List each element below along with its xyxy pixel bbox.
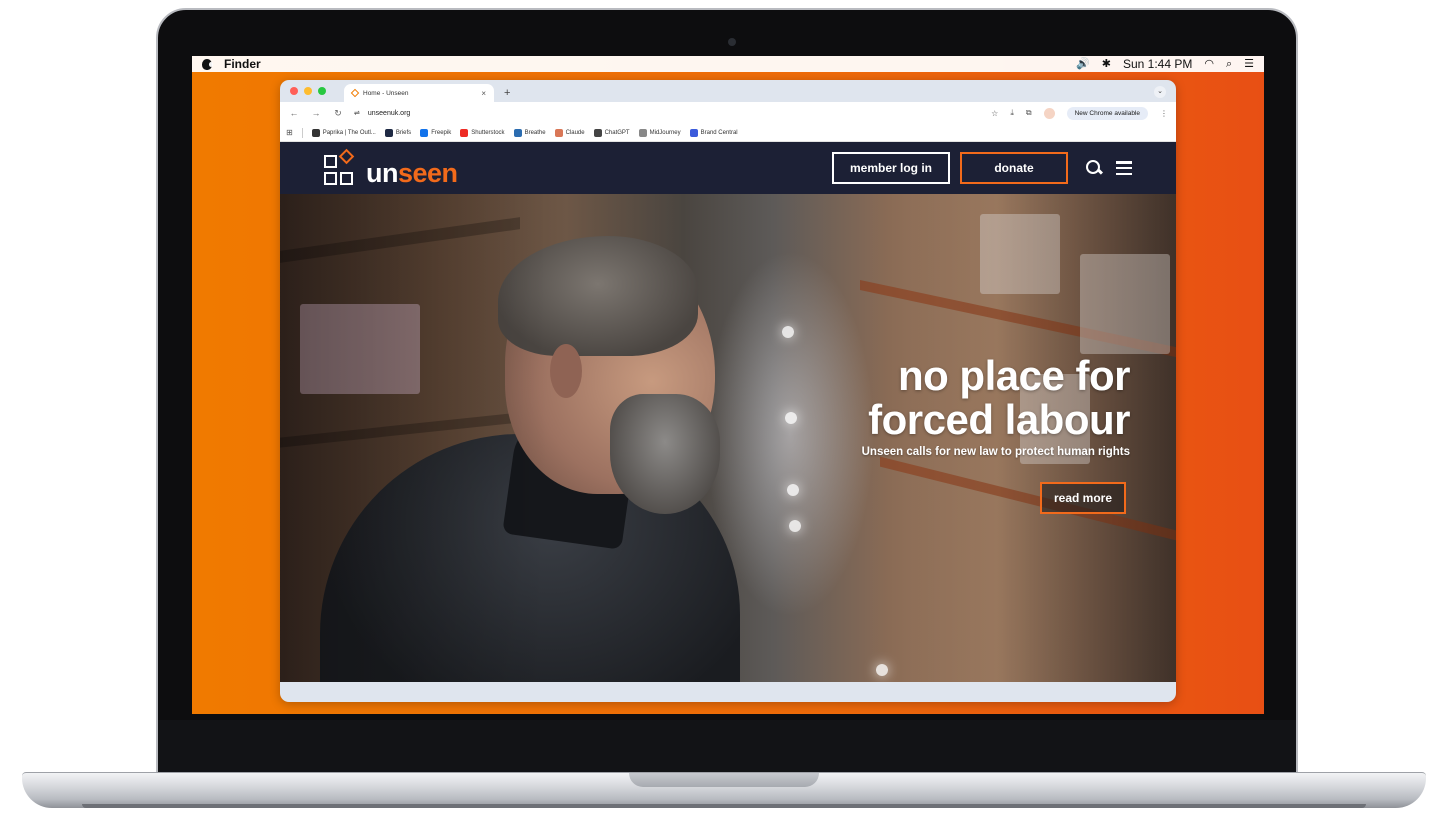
hero-title-line-2: forced labour — [868, 396, 1130, 443]
tab-search-chevron-icon[interactable]: ⌄ — [1154, 86, 1166, 98]
logo-text-plain: un — [366, 158, 399, 188]
bookmark-favicon-icon — [384, 128, 393, 137]
bookmark-label: Shutterstock — [471, 129, 505, 136]
back-arrow-icon[interactable]: ← — [288, 108, 300, 118]
browser-toolbar: ← → ↻ ⇌ unseenuk.org ☆ ⤓ ⧉ New Chrome av… — [280, 102, 1176, 124]
menubar-clock[interactable]: Sun 1:44 PM — [1123, 57, 1192, 71]
chrome-update-chip[interactable]: New Chrome available — [1066, 106, 1148, 120]
bookmark-favicon-icon — [420, 128, 429, 137]
lid-chin — [158, 720, 1296, 776]
tab-home-unseen[interactable]: Home - Unseen × — [344, 84, 494, 102]
bookmark-item[interactable]: Shutterstock — [460, 128, 505, 137]
browser-window: Home - Unseen × + ⌄ ← → ↻ ⇌ unseenuk.org… — [280, 80, 1176, 702]
site-header: unseen member log in donate — [280, 142, 1176, 194]
bookmark-item[interactable]: Briefs — [384, 128, 412, 137]
hero-subtitle: Unseen calls for new law to protect huma… — [861, 446, 1130, 458]
logo-wordmark: unseen — [366, 160, 458, 187]
hero-copy: no place for forced labour Unseen calls … — [861, 354, 1131, 514]
bookmark-favicon-icon — [311, 128, 320, 137]
laptop-base — [22, 772, 1426, 808]
wifi-icon[interactable]: ◠ — [1204, 58, 1214, 70]
bookmark-label: Freepik — [431, 129, 452, 136]
hero-title: no place for forced labour — [862, 354, 1130, 442]
base-edge — [82, 804, 1366, 808]
address-url[interactable]: unseenuk.org — [368, 110, 410, 117]
bookmark-favicon-icon — [554, 128, 563, 137]
finder-menu-label[interactable]: Finder — [224, 57, 261, 71]
bookmark-item[interactable]: Brand Central — [689, 128, 738, 137]
bookmark-item[interactable]: MidJourney — [638, 128, 681, 137]
unseen-logo-mark-icon — [324, 148, 360, 187]
donate-button[interactable]: donate — [960, 152, 1068, 184]
bookmark-label: Paprika | The Outl... — [322, 129, 376, 136]
apps-grid-icon[interactable]: ⊞ — [286, 128, 293, 137]
zoom-window-button[interactable] — [318, 87, 326, 95]
header-actions: member log in donate — [832, 152, 1132, 184]
bookmark-label: Brand Central — [700, 129, 738, 136]
tab-title: Home - Unseen — [363, 89, 409, 97]
base-notch — [629, 773, 819, 787]
volume-icon[interactable]: 🔊 — [1076, 58, 1090, 70]
bookmark-favicon-icon — [689, 128, 698, 137]
bookmark-label: MidJourney — [649, 129, 681, 136]
camera-dot — [728, 38, 736, 46]
control-center-icon[interactable]: ☰ — [1244, 58, 1254, 70]
unseen-logo[interactable]: unseen — [324, 148, 458, 187]
macos-menu-bar: Finder 🔊 ✱ Sun 1:44 PM ◠ ⌕ ☰ — [192, 56, 1264, 72]
bookmark-label: ChatGPT — [604, 129, 630, 136]
laptop-screen: Finder 🔊 ✱ Sun 1:44 PM ◠ ⌕ ☰ Home - Unse… — [192, 56, 1264, 714]
bookmark-favicon-icon — [460, 128, 469, 137]
tab-strip: Home - Unseen × + ⌄ — [280, 80, 1176, 102]
bookmark-favicon-icon — [593, 128, 602, 137]
unseen-favicon-icon — [350, 88, 360, 98]
minimize-window-button[interactable] — [304, 87, 312, 95]
bookmark-item[interactable]: ChatGPT — [593, 128, 630, 137]
menubar-status-area: 🔊 ✱ Sun 1:44 PM ◠ ⌕ ☰ — [1076, 57, 1254, 71]
extensions-icon[interactable]: ⧉ — [1026, 108, 1032, 118]
reload-icon[interactable]: ↻ — [332, 108, 344, 119]
hero-title-line-1: no place for — [897, 352, 1131, 399]
site-info-icon[interactable]: ⇌ — [354, 109, 360, 117]
search-icon[interactable] — [1086, 160, 1102, 176]
window-controls — [290, 87, 326, 95]
toolbar-actions: ☆ ⤓ ⧉ New Chrome available ⋮ — [991, 106, 1168, 120]
new-tab-button[interactable]: + — [504, 87, 510, 99]
bookmark-label: Claude — [565, 129, 585, 136]
forward-arrow-icon[interactable]: → — [310, 108, 322, 118]
profile-avatar[interactable] — [1043, 107, 1055, 119]
bookmark-item[interactable]: Claude — [554, 128, 585, 137]
member-login-button[interactable]: member log in — [832, 152, 950, 184]
unseen-website: unseen member log in donate no place for… — [280, 142, 1176, 682]
bookmark-item[interactable]: Freepik — [420, 128, 452, 137]
address-bar[interactable]: ⇌ unseenuk.org — [354, 109, 981, 118]
close-tab-icon[interactable]: × — [481, 89, 486, 98]
apple-icon[interactable] — [202, 58, 213, 70]
logo-text-accent: seen — [398, 158, 458, 188]
hamburger-menu-icon[interactable] — [1116, 161, 1132, 175]
bookmark-label: Breathe — [524, 129, 546, 136]
read-more-button[interactable]: read more — [1039, 482, 1126, 514]
bookmarks-bar: ⊞ Paprika | The Outl... Briefs Freepik S… — [280, 124, 1176, 142]
bookmark-star-icon[interactable]: ☆ — [991, 109, 998, 118]
hero-banner: no place for forced labour Unseen calls … — [280, 194, 1176, 682]
bookmark-label: Briefs — [395, 129, 412, 136]
more-menu-icon[interactable]: ⋮ — [1160, 109, 1168, 118]
close-window-button[interactable] — [290, 87, 298, 95]
spotlight-icon[interactable]: ⌕ — [1226, 58, 1232, 70]
bookmark-favicon-icon — [638, 128, 647, 137]
bookmark-item[interactable]: Paprika | The Outl... — [311, 128, 376, 137]
bookmarks-separator — [301, 127, 303, 138]
bookmark-item[interactable]: Breathe — [513, 128, 546, 137]
bookmark-favicon-icon — [513, 128, 522, 137]
download-icon[interactable]: ⤓ — [1010, 108, 1014, 118]
bluetooth-icon[interactable]: ✱ — [1102, 58, 1111, 70]
